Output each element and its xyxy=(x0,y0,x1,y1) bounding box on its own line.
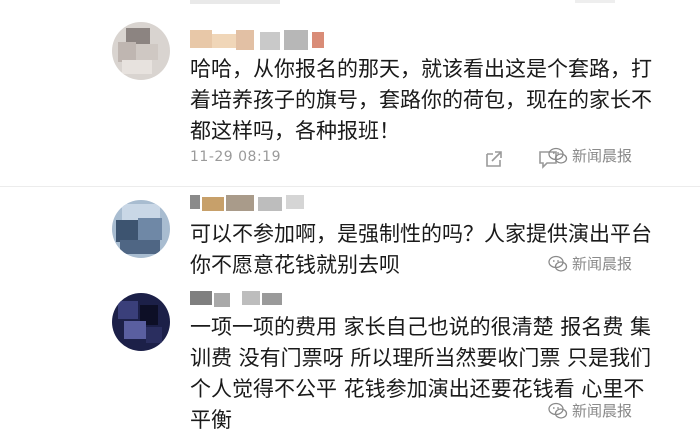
avatar[interactable] xyxy=(112,293,170,351)
watermark-text: 新闻晨报 xyxy=(572,402,633,420)
avatar[interactable] xyxy=(112,22,170,80)
watermark: 新闻晨报 xyxy=(548,400,632,421)
timestamp: 11-29 08:19 xyxy=(190,149,281,165)
username-pixelated[interactable] xyxy=(190,195,310,217)
wechat-logo-icon xyxy=(548,147,568,164)
watermark-text: 新闻晨报 xyxy=(572,147,633,165)
comment-line: 一项一项的费用 家长自己也说的很清楚 报名费 集 xyxy=(190,315,652,339)
watermark-text: 新闻晨报 xyxy=(572,255,633,273)
watermark: 新闻晨报 xyxy=(548,145,632,166)
comment-2: 可以不参加啊，是强制性的吗？人家提供演出平台 你不愿意花钱就别去呗 新闻晨报 xyxy=(0,187,700,287)
username-pixelated[interactable] xyxy=(190,291,290,313)
watermark: 新闻晨报 xyxy=(548,253,632,274)
comment-line: 着培养孩子的旗号，套路你的荷包，现在的家长不 xyxy=(190,88,652,112)
wechat-logo-icon xyxy=(548,402,568,419)
comment-text: 哈哈，从你报名的那天，就该看出这是个套路，打 着培养孩子的旗号，套路你的荷包，现… xyxy=(190,54,652,147)
comment-line: 都这样吗，各种报班！ xyxy=(190,119,400,143)
avatar[interactable] xyxy=(112,200,170,258)
comment-line: 可以不参加啊，是强制性的吗？人家提供演出平台 xyxy=(190,222,652,246)
comment-line: 训费 没有门票呀 所以理所当然要收门票 只是我们 xyxy=(190,346,652,370)
comment-line: 哈哈，从你报名的那天，就该看出这是个套路，打 xyxy=(190,57,652,81)
wechat-logo-icon xyxy=(548,255,568,272)
comment-3: 一项一项的费用 家长自己也说的很清楚 报名费 集 训费 没有门票呀 所以理所当然… xyxy=(0,285,700,444)
share-icon[interactable] xyxy=(483,148,505,170)
username-pixelated[interactable] xyxy=(190,30,335,52)
comment-1: 哈哈，从你报名的那天，就该看出这是个套路，打 着培养孩子的旗号，套路你的荷包，现… xyxy=(0,0,700,185)
